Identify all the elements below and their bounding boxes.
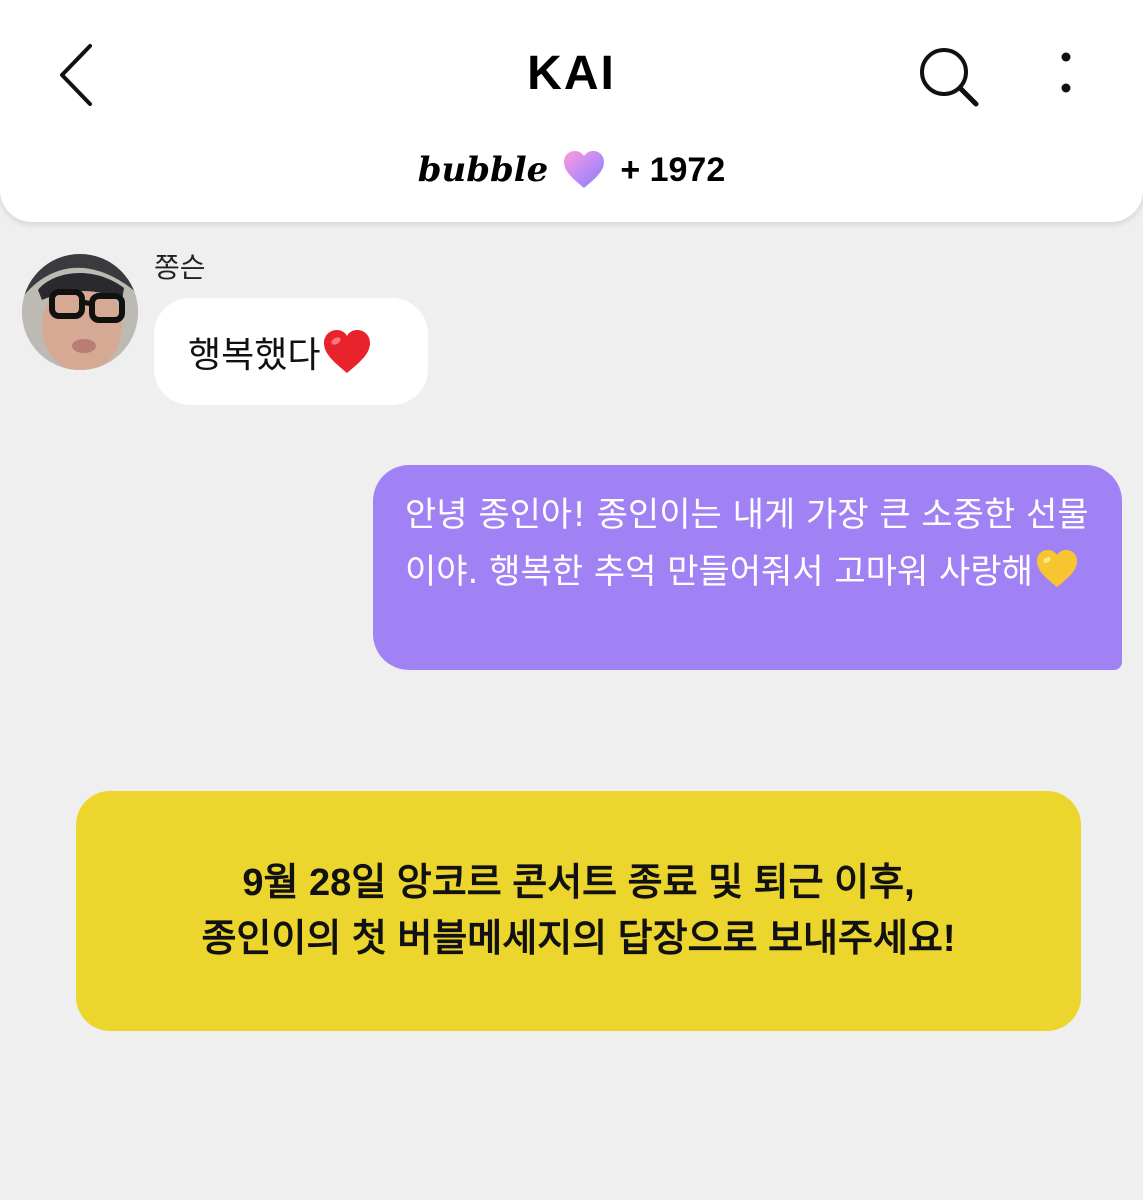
- notice-banner: 9월 28일 앙코르 콘서트 종료 및 퇴근 이후, 종인이의 첫 버블메세지의…: [76, 791, 1081, 1031]
- notice-line-2: 종인이의 첫 버블메세지의 답장으로 보내주세요!: [201, 918, 956, 960]
- outgoing-message-text: 안녕 종인아! 종인이는 내게 가장 큰 소중한 선물이야. 행복한 추억 만들…: [405, 495, 1089, 592]
- bubble-logo: bubble: [417, 150, 549, 190]
- red-heart-emoji: [324, 330, 371, 373]
- notice-line-1: 9월 28일 앙코르 콘서트 종료 및 퇴근 이후,: [242, 862, 915, 904]
- more-options-button[interactable]: [1046, 48, 1086, 102]
- search-button[interactable]: [916, 44, 982, 110]
- sender-name: 쫑슨: [154, 251, 206, 284]
- gradient-heart-icon: [564, 151, 605, 188]
- chat-header: KAI bubble + 1972: [0, 0, 1143, 222]
- avatar-photo: [22, 254, 138, 370]
- outgoing-message[interactable]: 안녕 종인아! 종인이는 내게 가장 큰 소중한 선물이야. 행복한 추억 만들…: [373, 465, 1122, 670]
- subscriber-count: + 1972: [620, 150, 726, 189]
- incoming-message-text: 행복했다: [188, 335, 321, 376]
- search-icon: [920, 48, 979, 107]
- more-vertical-icon: [1061, 52, 1071, 93]
- yellow-heart-emoji: [1036, 550, 1077, 587]
- sender-avatar[interactable]: [22, 254, 138, 370]
- bubble-status: bubble + 1972: [0, 150, 1143, 190]
- incoming-message[interactable]: 행복했다: [154, 298, 428, 405]
